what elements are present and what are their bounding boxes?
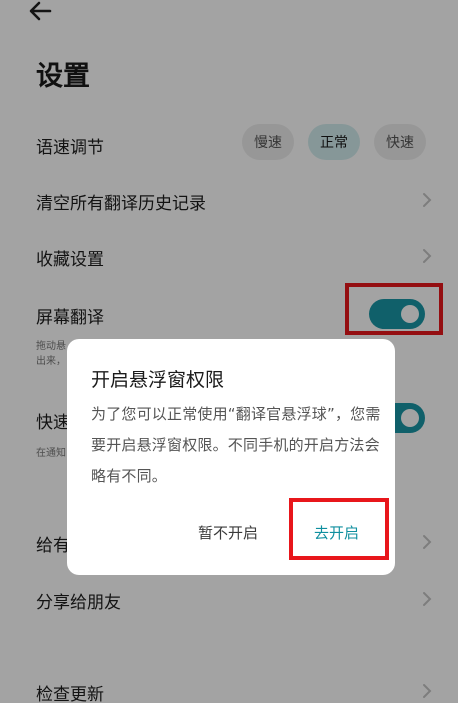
settings-page: 设置 语速调节 慢速 正常 快速 清空所有翻译历史记录 收藏设置 屏幕翻译 拖动… <box>0 0 458 705</box>
dialog-message: 为了您可以正常使用“翻译官悬浮球”，您需要开启悬浮窗权限。不同手机的开启方法会略… <box>91 405 381 485</box>
not-now-button[interactable]: 暂不开启 <box>198 522 258 543</box>
highlight-box-confirm <box>289 498 389 560</box>
dialog-title: 开启悬浮窗权限 <box>91 369 225 391</box>
